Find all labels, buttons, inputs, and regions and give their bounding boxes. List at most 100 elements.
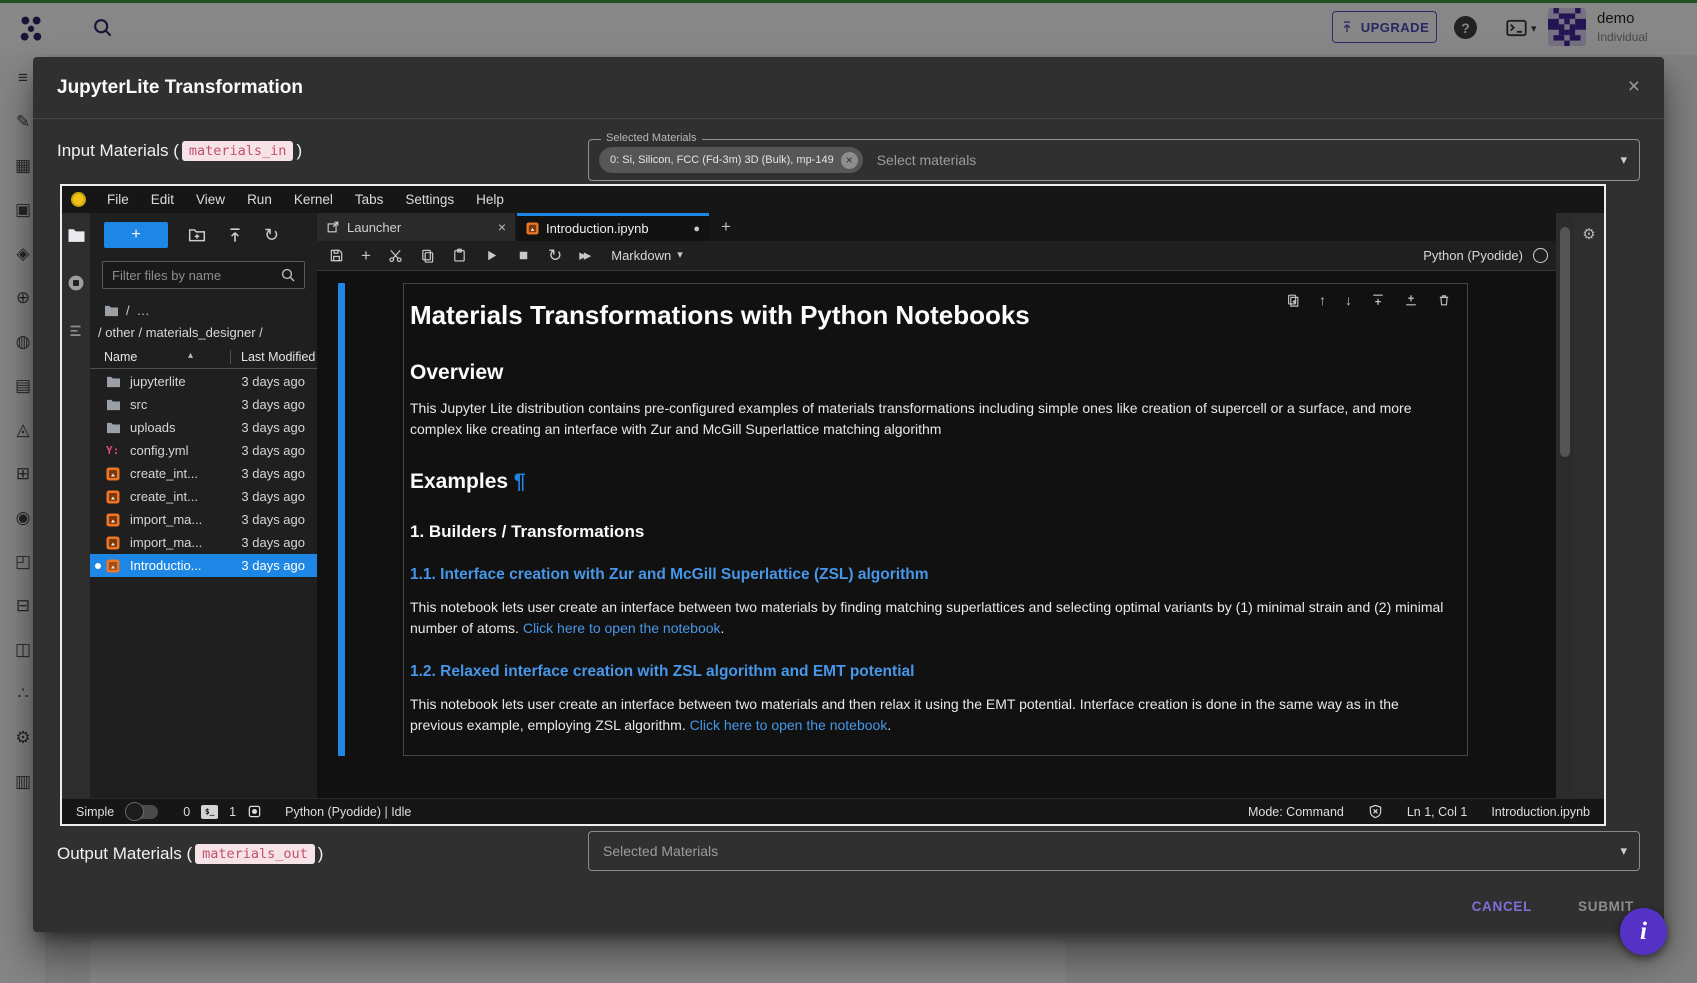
chevron-down-icon[interactable]: ▾ [1620,843,1627,859]
breadcrumb[interactable]: / … [104,303,150,318]
chip-delete-icon[interactable]: × [841,152,858,169]
notebook-scrollbar[interactable] [1556,213,1574,798]
paste-cells-icon[interactable] [452,248,467,263]
submit-button[interactable]: SUBMIT [1578,899,1634,914]
file-row[interactable]: uploads 3 days ago [90,416,317,439]
kernel-sessions-icon[interactable] [247,804,262,819]
breadcrumb-ellipsis[interactable]: … [137,303,150,318]
file-row[interactable]: import_ma... 3 days ago [90,531,317,554]
move-cell-down-icon[interactable]: ↓ [1345,293,1352,307]
running-sessions-icon[interactable] [67,274,85,292]
upload-files-icon[interactable] [226,226,244,244]
new-launcher-button[interactable]: + [104,222,168,248]
file-row[interactable]: create_int... 3 days ago [90,485,317,508]
insert-cell-below-icon[interactable] [1404,293,1418,307]
table-of-contents-icon[interactable] [68,323,85,339]
sort-ascending-icon[interactable]: ▴ [188,350,193,361]
output-materials-select[interactable]: Selected Materials ▾ [588,831,1640,871]
kernel-status-icon[interactable] [1533,248,1548,263]
insert-cell-icon[interactable]: + [361,247,371,264]
file-list: jupyterlite 3 days ago src 3 days ago up… [90,370,317,577]
new-folder-icon[interactable] [188,226,206,244]
input-materials-label: Input Materials (materials_in) [57,141,302,161]
file-row-selected[interactable]: Introductio... 3 days ago [90,554,317,577]
property-inspector-icon[interactable]: ⚙ [1574,225,1604,243]
menu-run[interactable]: Run [236,186,283,213]
delete-cell-icon[interactable] [1437,293,1451,307]
duplicate-cell-icon[interactable] [1286,293,1300,307]
screen: UPGRADE ? ▾ demo Individual ≡ ✎ ▦ [0,0,1697,983]
scrollbar-thumb[interactable] [1560,227,1570,457]
jupyter-activity-bar [62,213,90,798]
menu-file[interactable]: File [96,186,140,213]
section-1-1-paragraph: This notebook lets user create an interf… [410,597,1451,639]
file-row[interactable]: src 3 days ago [90,393,317,416]
interrupt-kernel-icon[interactable] [516,248,531,263]
close-tab-icon[interactable]: × [498,219,506,235]
cell-type-dropdown[interactable]: Markdown ▾ [611,248,683,263]
kernel-status-text[interactable]: Python (Pyodide) | Idle [285,805,411,819]
file-row[interactable]: create_int... 3 days ago [90,462,317,485]
menu-help[interactable]: Help [465,186,515,213]
home-folder-icon[interactable] [104,304,119,317]
mode-indicator[interactable]: Mode: Command [1248,805,1344,819]
terminals-count: 0 [183,805,190,819]
filter-files-input[interactable] [102,261,305,289]
simple-mode-toggle[interactable] [127,805,158,819]
jupyterlite-frame: File Edit View Run Kernel Tabs Settings … [60,184,1606,826]
chevron-down-icon[interactable]: ▾ [1620,152,1627,168]
jupyter-statusbar: Simple 0 $_ 1 Python (Pyodide) | Idle Mo… [62,798,1604,824]
breadcrumb-path[interactable]: / other / materials_designer / [98,325,263,340]
markdown-cell[interactable]: ↑ ↓ [403,283,1468,756]
examples-heading: Examples ¶ [410,470,1451,494]
trust-shield-icon[interactable] [1368,804,1383,819]
tab-introduction-notebook[interactable]: Introduction.ipynb ● [517,213,709,241]
yaml-file-icon: Y: [106,444,121,457]
open-notebook-link[interactable]: Click here to open the notebook [523,620,721,636]
materials-in-code: materials_in [182,141,294,161]
menu-tabs[interactable]: Tabs [344,186,395,213]
menu-kernel[interactable]: Kernel [283,186,344,213]
close-icon[interactable]: × [1628,75,1640,99]
toggle-knob [125,802,144,821]
file-row[interactable]: jupyterlite 3 days ago [90,370,317,393]
menu-view[interactable]: View [185,186,236,213]
input-materials-select[interactable]: Selected Materials 0: Si, Silicon, FCC (… [588,139,1640,181]
file-row[interactable]: Y: config.yml 3 days ago [90,439,317,462]
insert-cell-above-icon[interactable] [1371,293,1385,307]
material-chip[interactable]: 0: Si, Silicon, FCC (Fd-3m) 3D (Bulk), m… [599,147,863,173]
info-fab-button[interactable]: i [1620,908,1667,955]
restart-kernel-icon[interactable]: ↻ [548,247,562,264]
terminal-icon[interactable]: $_ [201,805,218,819]
tab-launcher[interactable]: Launcher × [317,213,517,241]
save-icon[interactable] [329,248,344,263]
cell-collapser[interactable] [338,283,345,756]
restart-run-all-icon[interactable]: ▸▸ [579,248,588,263]
refresh-file-list-icon[interactable]: ↻ [264,226,279,244]
column-name[interactable]: Name [104,350,137,364]
menu-edit[interactable]: Edit [140,186,185,213]
run-cell-icon[interactable] [484,248,499,263]
copy-cells-icon[interactable] [420,248,435,263]
new-tab-button[interactable]: + [709,213,743,241]
column-last-modified[interactable]: Last Modified [230,350,315,364]
section-1-1-heading-link[interactable]: 1.1. Interface creation with Zur and McG… [410,566,1451,584]
jupyter-menubar: File Edit View Run Kernel Tabs Settings … [62,186,1604,213]
open-notebook-link[interactable]: Click here to open the notebook [690,717,888,733]
menu-settings[interactable]: Settings [394,186,465,213]
statusbar-filename[interactable]: Introduction.ipynb [1491,805,1590,819]
kernel-name[interactable]: Python (Pyodide) [1423,248,1523,263]
dialog-footer: CANCEL SUBMIT [1472,887,1634,925]
move-cell-up-icon[interactable]: ↑ [1319,293,1326,307]
notebook-file-icon [106,536,121,550]
anchor-pilcrow[interactable]: ¶ [514,470,526,493]
cut-cells-icon[interactable] [388,248,403,263]
cancel-button[interactable]: CANCEL [1472,899,1532,914]
file-browser-icon[interactable] [67,227,86,243]
section-1-2-heading-link[interactable]: 1.2. Relaxed interface creation with ZSL… [410,663,1451,681]
cursor-position[interactable]: Ln 1, Col 1 [1407,805,1467,819]
jupyterlite-transformation-dialog: JupyterLite Transformation × Input Mater… [33,57,1664,932]
folder-icon [106,398,121,411]
unsaved-changes-dot[interactable]: ● [693,223,700,235]
file-row[interactable]: import_ma... 3 days ago [90,508,317,531]
